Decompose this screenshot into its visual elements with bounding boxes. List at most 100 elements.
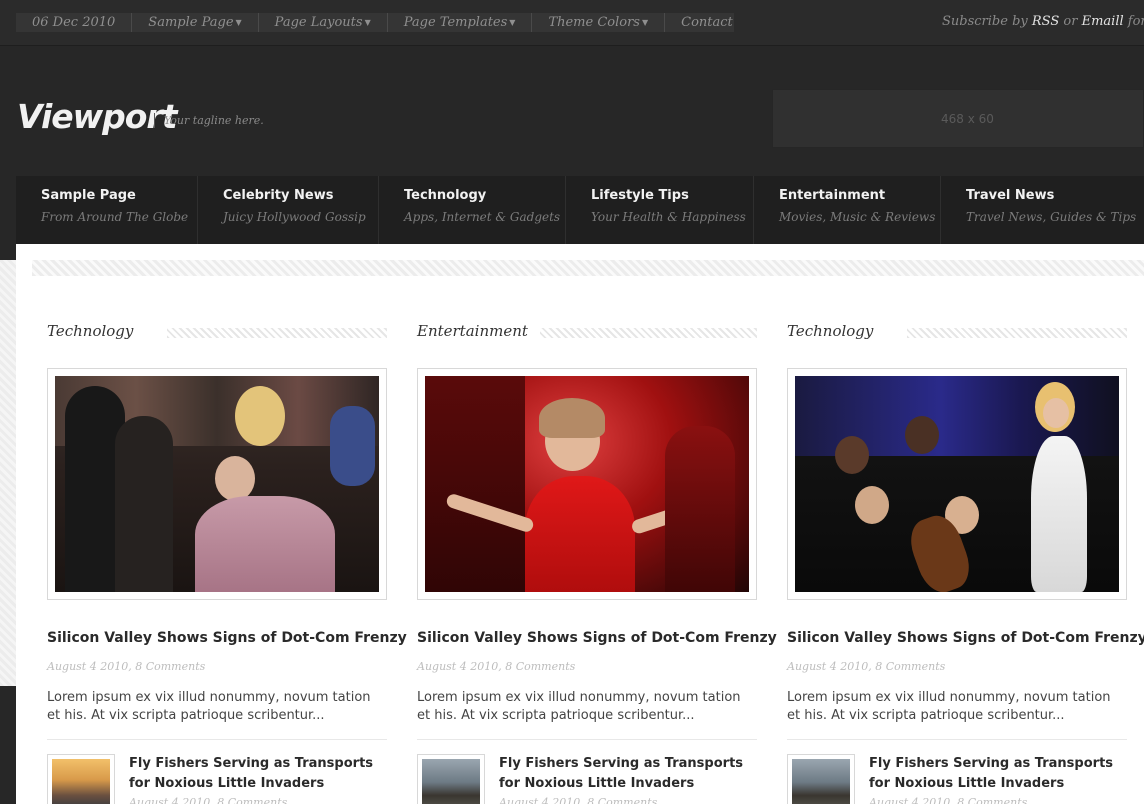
figure-head	[215, 456, 255, 501]
musician-head	[855, 486, 889, 524]
nav-item-title: Travel News	[966, 188, 1055, 203]
site-logo[interactable]: Viewport	[17, 97, 177, 136]
mini-post-title[interactable]: Fly Fishers Serving as Transports for No…	[129, 754, 387, 794]
nav-item-celebrity-news[interactable]: Celebrity News Juicy Hollywood Gossip	[198, 176, 379, 244]
figure-hair	[539, 398, 605, 438]
featured-image-frame[interactable]	[417, 368, 757, 600]
heading-stripe	[907, 328, 1127, 338]
background-figure	[665, 426, 735, 592]
figure-hair	[235, 386, 285, 446]
top-menu-label: Page Templates	[403, 15, 508, 30]
subscribe-suffix: for updat	[1127, 14, 1144, 29]
nav-item-subtitle: Travel News, Guides & Tips	[966, 210, 1137, 224]
content-top-stripe	[32, 260, 1144, 276]
chevron-down-icon: ▼	[235, 18, 242, 27]
top-menu-page-layouts[interactable]: Page Layouts ▼	[259, 13, 388, 32]
featured-image-frame[interactable]	[47, 368, 387, 600]
subscribe-text: Subscribe by RSS or Emaill for updat	[942, 14, 1144, 29]
featured-image	[425, 376, 749, 592]
mini-post-meta: August 4 2010, 8 Comments	[869, 796, 1028, 804]
top-nav: 06 Dec 2010 Sample Page ▼ Page Layouts ▼ P…	[16, 13, 734, 32]
mini-post: Fly Fishers Serving as Transports for No…	[47, 754, 387, 804]
mini-post-meta: August 4 2010, 8 Comments	[129, 796, 288, 804]
nav-item-technology[interactable]: Technology Apps, Internet & Gadgets	[379, 176, 566, 244]
nav-item-lifestyle-tips[interactable]: Lifestyle Tips Your Health & Happiness	[566, 176, 754, 244]
mini-post: Fly Fishers Serving as Transports for No…	[417, 754, 757, 804]
nav-item-subtitle: From Around The Globe	[41, 210, 189, 224]
top-menu-label: Page Layouts	[274, 15, 363, 30]
top-menu-contact[interactable]: Contact	[665, 13, 749, 32]
thumbnail-image	[792, 759, 850, 804]
mini-post-title[interactable]: Fly Fishers Serving as Transports for No…	[499, 754, 757, 794]
red-dress	[525, 476, 635, 592]
mini-thumbnail[interactable]	[787, 754, 855, 804]
mini-post-meta: August 4 2010, 8 Comments	[499, 796, 658, 804]
post-meta: August 4 2010, 8 Comments	[787, 660, 946, 673]
mini-post: Fly Fishers Serving as Transports for No…	[787, 754, 1127, 804]
featured-image	[795, 376, 1119, 592]
top-menu-label: Theme Colors	[548, 15, 640, 30]
blue-dress	[330, 406, 375, 486]
rss-link[interactable]: RSS	[1032, 14, 1059, 29]
musician-head	[905, 416, 939, 454]
nav-item-entertainment[interactable]: Entertainment Movies, Music & Reviews	[754, 176, 941, 244]
top-menu-label: Sample Page	[148, 15, 234, 30]
category-heading: Technology	[47, 322, 387, 342]
nav-item-subtitle: Movies, Music & Reviews	[779, 210, 936, 224]
category-heading: Entertainment	[417, 322, 757, 342]
post-excerpt: Lorem ipsum ex vix illud nonummy, novum …	[417, 690, 741, 723]
ad-banner[interactable]: 468 x 60	[772, 89, 1144, 148]
email-link[interactable]: Emaill	[1082, 14, 1124, 29]
nav-item-title: Celebrity News	[223, 188, 334, 203]
musician-head	[835, 436, 869, 474]
post-title[interactable]: Silicon Valley Shows Signs of Dot-Com Fr…	[417, 630, 777, 646]
nav-item-sample-page[interactable]: Sample Page From Around The Globe	[16, 176, 198, 244]
top-menu-page-templates[interactable]: Page Templates ▼	[388, 13, 533, 32]
heading-stripe	[167, 328, 387, 338]
content-area: Technology Silicon Valley Shows Signs of…	[16, 244, 1144, 804]
subscribe-prefix: Subscribe by	[942, 14, 1028, 29]
divider	[47, 739, 387, 740]
thumbnail-image	[422, 759, 480, 804]
featured-image-frame[interactable]	[787, 368, 1127, 600]
post-meta: August 4 2010, 8 Comments	[417, 660, 576, 673]
dark-background	[425, 376, 525, 592]
subscribe-or: or	[1063, 14, 1078, 29]
ad-size-label: 468 x 60	[941, 112, 994, 126]
nav-item-subtitle: Your Health & Happiness	[591, 210, 746, 224]
post-title[interactable]: Silicon Valley Shows Signs of Dot-Com Fr…	[787, 630, 1144, 646]
thumbnail-image	[52, 759, 110, 804]
post-title[interactable]: Silicon Valley Shows Signs of Dot-Com Fr…	[47, 630, 407, 646]
top-menu-theme-colors[interactable]: Theme Colors ▼	[532, 13, 666, 32]
nav-item-subtitle: Juicy Hollywood Gossip	[223, 210, 366, 224]
chevron-down-icon: ▼	[641, 18, 649, 27]
post-excerpt: Lorem ipsum ex vix illud nonummy, novum …	[787, 690, 1111, 723]
nav-item-title: Lifestyle Tips	[591, 188, 689, 203]
date-label: 06 Dec 2010	[16, 13, 133, 32]
category-heading: Technology	[787, 322, 1127, 342]
divider	[417, 739, 757, 740]
top-menu-label: Contact	[681, 15, 733, 30]
nav-item-travel-news[interactable]: Travel News Travel News, Guides & Tips	[941, 176, 1144, 244]
main-nav: Sample Page From Around The Globe Celebr…	[16, 176, 1144, 244]
nav-item-title: Sample Page	[41, 188, 136, 203]
figure-silhouette	[115, 416, 173, 592]
post-meta: August 4 2010, 8 Comments	[47, 660, 206, 673]
singer-head	[1043, 398, 1069, 428]
white-dress	[1031, 436, 1087, 592]
logo-divider	[154, 113, 155, 128]
top-menu-sample-page[interactable]: Sample Page ▼	[132, 13, 259, 32]
category-label[interactable]: Technology	[47, 322, 146, 340]
category-label[interactable]: Technology	[787, 322, 886, 340]
site-tagline: Your tagline here.	[164, 114, 264, 127]
mini-post-title[interactable]: Fly Fishers Serving as Transports for No…	[869, 754, 1127, 794]
category-label[interactable]: Entertainment	[417, 322, 540, 340]
top-bar: 06 Dec 2010 Sample Page ▼ Page Layouts ▼ P…	[0, 0, 1144, 46]
chevron-down-icon: ▼	[509, 18, 516, 27]
nav-item-subtitle: Apps, Internet & Gadgets	[404, 210, 561, 224]
mini-thumbnail[interactable]	[47, 754, 115, 804]
featured-image	[55, 376, 379, 592]
mini-thumbnail[interactable]	[417, 754, 485, 804]
nav-item-title: Entertainment	[779, 188, 886, 203]
post-excerpt: Lorem ipsum ex vix illud nonummy, novum …	[47, 690, 371, 723]
